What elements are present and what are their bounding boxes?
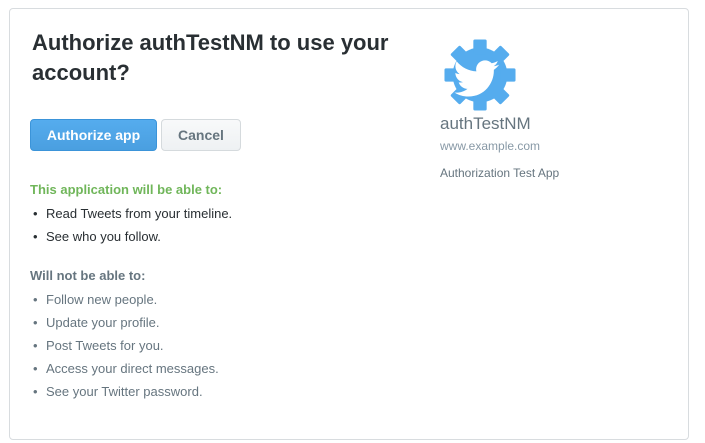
authorize-dialog: Authorize authTestNM to use your account… xyxy=(9,8,689,440)
bullet-icon: • xyxy=(33,315,38,330)
authorize-app-button[interactable]: Authorize app xyxy=(30,119,157,151)
denied-permission-text: Post Tweets for you. xyxy=(46,338,164,353)
bullet-icon: • xyxy=(33,384,38,399)
cancel-button[interactable]: Cancel xyxy=(161,119,241,151)
denied-permissions-heading: Will not be able to: xyxy=(30,268,146,283)
allowed-permission-text: See who you follow. xyxy=(46,229,161,244)
allowed-permissions-list: • Read Tweets from your timeline. • See wh… xyxy=(30,202,232,248)
denied-permissions-list: • Follow new people. • Update your profile… xyxy=(30,288,219,403)
app-name: authTestNM xyxy=(440,114,531,133)
denied-permission-text: See your Twitter password. xyxy=(46,384,203,399)
denied-permission-text: Update your profile. xyxy=(46,315,160,330)
allowed-permission-text: Read Tweets from your timeline. xyxy=(46,206,233,221)
page-title: Authorize authTestNM to use your account… xyxy=(32,30,389,85)
allowed-permissions-heading: This application will be able to: xyxy=(30,182,223,197)
bullet-icon: • xyxy=(33,229,38,244)
denied-permission-item: • Update your profile. xyxy=(30,311,219,334)
allowed-permission-item: • Read Tweets from your timeline. xyxy=(30,202,232,225)
bullet-icon: • xyxy=(33,206,38,221)
denied-permission-item: • Access your direct messages. xyxy=(30,357,219,380)
denied-permission-item: • Post Tweets for you. xyxy=(30,334,219,357)
twitter-gear-logo-icon xyxy=(444,39,516,111)
denied-permission-item: • Follow new people. xyxy=(30,288,219,311)
denied-permission-item: • See your Twitter password. xyxy=(30,380,219,403)
bullet-icon: • xyxy=(33,292,38,307)
bullet-icon: • xyxy=(33,361,38,376)
denied-permission-text: Access your direct messages. xyxy=(46,361,219,376)
app-description: Authorization Test App xyxy=(440,166,560,180)
denied-permission-text: Follow new people. xyxy=(46,292,158,307)
allowed-permission-item: • See who you follow. xyxy=(30,225,232,248)
bullet-icon: • xyxy=(33,338,38,353)
app-url: www.example.com xyxy=(440,139,541,153)
